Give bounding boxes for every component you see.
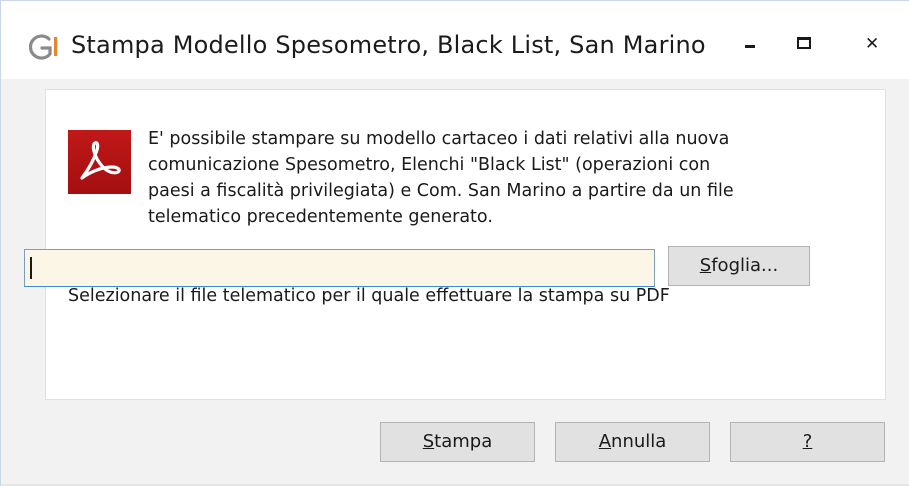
browse-label: foglia...: [711, 255, 779, 276]
file-path-input[interactable]: [24, 249, 655, 287]
content-panel: E' possibile stampare su modello cartace…: [45, 89, 886, 400]
minimize-button[interactable]: [723, 23, 775, 67]
help-accel: ?: [802, 431, 813, 452]
acrobat-pdf-icon: [68, 130, 131, 194]
cancel-accel: A: [598, 431, 612, 452]
print-button[interactable]: Stampa: [380, 422, 535, 462]
close-button[interactable]: ✕: [847, 23, 899, 67]
print-label: tampa: [434, 431, 493, 452]
cancel-label: nnulla: [611, 431, 667, 452]
minimize-icon: [745, 45, 755, 48]
browse-accel: S: [699, 255, 712, 276]
maximize-icon: [797, 37, 811, 49]
close-icon: ✕: [865, 34, 880, 54]
window-title: Stampa Modello Spesometro, Black List, S…: [71, 31, 706, 59]
cancel-button[interactable]: Annulla: [555, 422, 710, 462]
dialog-window: Stampa Modello Spesometro, Black List, S…: [0, 0, 909, 486]
maximize-button[interactable]: [777, 23, 829, 67]
select-file-label: Selezionare il file telematico per il qu…: [68, 286, 670, 306]
browse-button[interactable]: Sfoglia...: [668, 246, 810, 286]
help-button[interactable]: ?: [730, 422, 885, 462]
text-caret: [30, 257, 32, 279]
description-text: E' possibile stampare su modello cartace…: [148, 129, 734, 227]
print-accel: S: [422, 431, 435, 452]
g-logo-icon: [28, 32, 63, 62]
title-bar[interactable]: Stampa Modello Spesometro, Black List, S…: [1, 1, 909, 79]
